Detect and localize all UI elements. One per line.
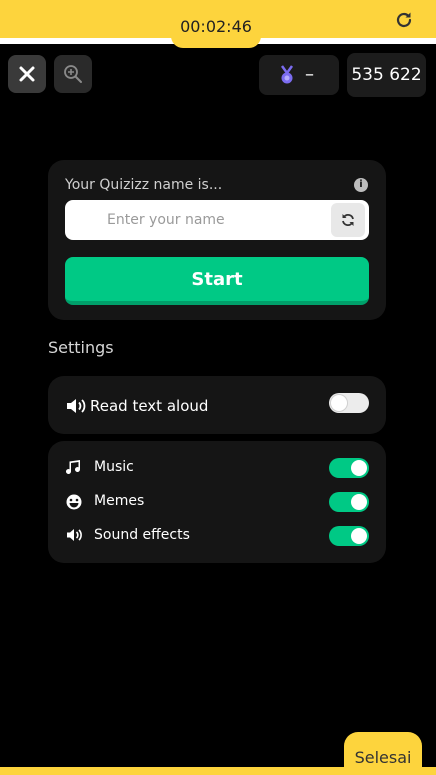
- refresh-icon: [342, 214, 354, 226]
- close-button[interactable]: [8, 55, 46, 93]
- read-aloud-card: Read text aloud: [48, 376, 386, 434]
- memes-toggle[interactable]: [329, 492, 369, 512]
- toggle-knob: [351, 494, 367, 510]
- sound-settings-card: Music Memes Sound effects: [48, 441, 386, 563]
- read-aloud-toggle[interactable]: [329, 393, 369, 413]
- sound-effects-label: Sound effects: [94, 527, 190, 543]
- zoom-button[interactable]: [54, 55, 92, 93]
- sound-effects-toggle[interactable]: [329, 526, 369, 546]
- emoji-face-icon: [66, 494, 82, 510]
- toggle-knob: [351, 528, 367, 544]
- settings-title: Settings: [48, 338, 114, 357]
- shuffle-name-button[interactable]: [331, 203, 365, 237]
- medal-badge: –: [259, 55, 339, 95]
- speaker-icon: [67, 529, 82, 541]
- music-toggle[interactable]: [329, 458, 369, 478]
- name-label: Your Quizizz name is...: [65, 177, 223, 193]
- medal-value: –: [305, 64, 314, 85]
- music-label: Music: [94, 459, 134, 475]
- music-note-icon: [66, 460, 80, 474]
- name-input[interactable]: [65, 200, 369, 240]
- memes-label: Memes: [94, 493, 145, 509]
- timer: 00:02:46: [171, 8, 261, 48]
- speaker-icon: [67, 399, 86, 413]
- close-icon: [19, 66, 35, 82]
- toggle-knob: [351, 460, 367, 476]
- zoom-in-icon: [64, 65, 82, 83]
- start-button[interactable]: Start: [65, 257, 369, 305]
- game-code: 535 622: [347, 53, 426, 97]
- info-icon[interactable]: i: [354, 178, 368, 192]
- name-card: Your Quizizz name is... i Start: [48, 160, 386, 320]
- reload-icon[interactable]: [394, 10, 414, 30]
- bottom-bar: [0, 767, 436, 775]
- read-aloud-label: Read text aloud: [90, 397, 209, 415]
- medal-icon: [280, 65, 294, 84]
- toggle-knob: [331, 395, 347, 411]
